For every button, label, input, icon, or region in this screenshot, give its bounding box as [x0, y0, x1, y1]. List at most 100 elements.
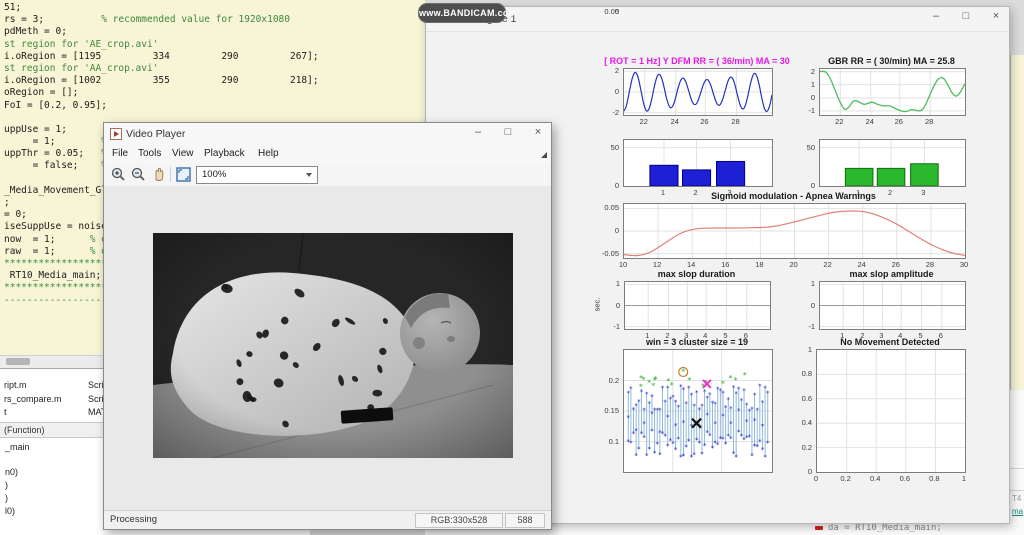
video-player-titlebar[interactable]: Video Player – □ × [104, 123, 551, 146]
video-player-toolbar: 100% [104, 164, 551, 187]
svg-text:*: * [697, 440, 701, 448]
tick-label: 26 [883, 260, 909, 269]
svg-text:*: * [724, 404, 728, 412]
svg-text:*: * [729, 420, 733, 428]
svg-text:*: * [705, 412, 709, 420]
svg-text:*: * [724, 441, 728, 449]
pan-hand-icon[interactable] [150, 166, 167, 183]
tick-label: 0 [589, 87, 619, 96]
tick-label: 16 [712, 260, 738, 269]
svg-text:*: * [650, 393, 654, 401]
close-button[interactable]: × [531, 126, 545, 138]
function-list-item[interactable]: _main [5, 442, 30, 452]
code-line: i.oRegion = [1002 355 290 218]; [4, 75, 425, 87]
tick-label: 14 [678, 260, 704, 269]
code-line: FoI = [0.2, 0.95]; [4, 100, 425, 112]
menu-item-tools[interactable]: Tools [138, 148, 161, 159]
svg-text:*: * [758, 383, 762, 391]
plot-cluster-axes: ****************************************… [623, 349, 773, 473]
tick-label: 3 [910, 188, 936, 197]
function-list-item[interactable]: n0) [5, 467, 18, 477]
function-list-item[interactable]: l0) [5, 506, 15, 516]
svg-text:*: * [702, 442, 706, 450]
menu-item-playback[interactable]: Playback [204, 148, 245, 159]
tick-label: 0.05 [589, 203, 619, 212]
code-line: 51; [4, 2, 425, 14]
tick-label: 1 [951, 474, 977, 483]
tick-label: -1 [590, 322, 620, 331]
tick-label: 2 [589, 66, 619, 75]
tick-label: 1 [785, 279, 815, 288]
svg-text:*: * [663, 433, 667, 441]
svg-text:*: * [676, 436, 680, 444]
svg-text:*: * [642, 420, 646, 428]
svg-text:*: * [692, 451, 696, 459]
function-list-item[interactable]: ) [5, 493, 8, 503]
svg-text:*: * [766, 439, 770, 447]
minimize-button[interactable]: – [929, 10, 943, 22]
svg-text:*: * [721, 413, 725, 421]
svg-text:*: * [708, 391, 712, 399]
plot-cluster-title: win = 3 cluster size = 19 [646, 337, 748, 347]
chevron-down-icon [306, 173, 312, 177]
tick-label: 0.2 [782, 443, 812, 452]
function-header-label: (Function) [4, 425, 45, 435]
svg-text:*: * [695, 389, 699, 397]
zoom-level-combobox[interactable]: 100% [196, 166, 318, 184]
svg-text:*: * [652, 450, 656, 458]
svg-text:*: * [681, 419, 685, 427]
scrollbar-thumb[interactable] [6, 358, 30, 365]
tick-label: 24 [662, 117, 688, 126]
svg-text:*: * [745, 418, 749, 426]
svg-text:*: * [658, 406, 662, 414]
menu-item-file[interactable]: File [112, 148, 128, 159]
video-frame-baby [153, 233, 513, 458]
menu-item-view[interactable]: View [172, 148, 194, 159]
plot-no-movement-title: No Movement Detected [840, 337, 940, 347]
svg-text:*: * [645, 390, 649, 398]
svg-text:*: * [742, 387, 746, 395]
tick-label: 0 [589, 226, 619, 235]
edge-link[interactable]: ma [1012, 507, 1023, 516]
plot-slop-amplitude-axes [819, 281, 966, 330]
tick-label: 0.15 [589, 406, 619, 415]
svg-text:*: * [634, 427, 638, 435]
plot-bars-left-axes [623, 139, 773, 187]
zoom-out-icon[interactable] [130, 166, 147, 183]
tick-label: 28 [916, 117, 942, 126]
svg-text:*: * [681, 386, 685, 394]
tick-label: 24 [857, 117, 883, 126]
dock-corner-icon[interactable] [541, 152, 547, 158]
svg-text:*: * [766, 390, 770, 398]
svg-text:*: * [647, 378, 652, 387]
plot-bars-right-axes [819, 139, 966, 187]
video-player-icon [110, 128, 122, 140]
tick-label: 22 [631, 117, 657, 126]
svg-text:*: * [737, 407, 741, 415]
maximize-button[interactable]: □ [501, 126, 515, 138]
video-player-statusbar: Processing RGB:330x528 588 [104, 510, 551, 529]
code-line: st region for 'AE_crop.avi' [4, 39, 425, 51]
function-list-item[interactable]: ) [5, 480, 8, 490]
svg-text:*: * [650, 428, 654, 436]
tick-label: 0 [590, 301, 620, 310]
menu-item-help[interactable]: Help [258, 148, 279, 159]
status-frame-number: 588 [505, 513, 545, 528]
minimize-button[interactable]: – [471, 126, 485, 138]
tick-label: 22 [815, 260, 841, 269]
plot-slop-duration-axes [624, 281, 771, 330]
fit-to-window-icon[interactable] [175, 166, 192, 183]
svg-text:*: * [629, 439, 633, 447]
tick-label: -0.05 [589, 249, 619, 258]
maximize-button[interactable]: □ [959, 10, 973, 22]
svg-text:*: * [681, 368, 686, 377]
close-button[interactable]: × [989, 10, 1003, 22]
tick-label: 0 [785, 301, 815, 310]
svg-text:*: * [666, 413, 670, 421]
tick-label: 30 [951, 260, 977, 269]
svg-text:*: * [647, 446, 651, 454]
zoom-in-icon[interactable] [110, 166, 127, 183]
svg-text:*: * [637, 398, 641, 406]
tick-label: 18 [746, 260, 772, 269]
tick-label: 0.6 [782, 394, 812, 403]
